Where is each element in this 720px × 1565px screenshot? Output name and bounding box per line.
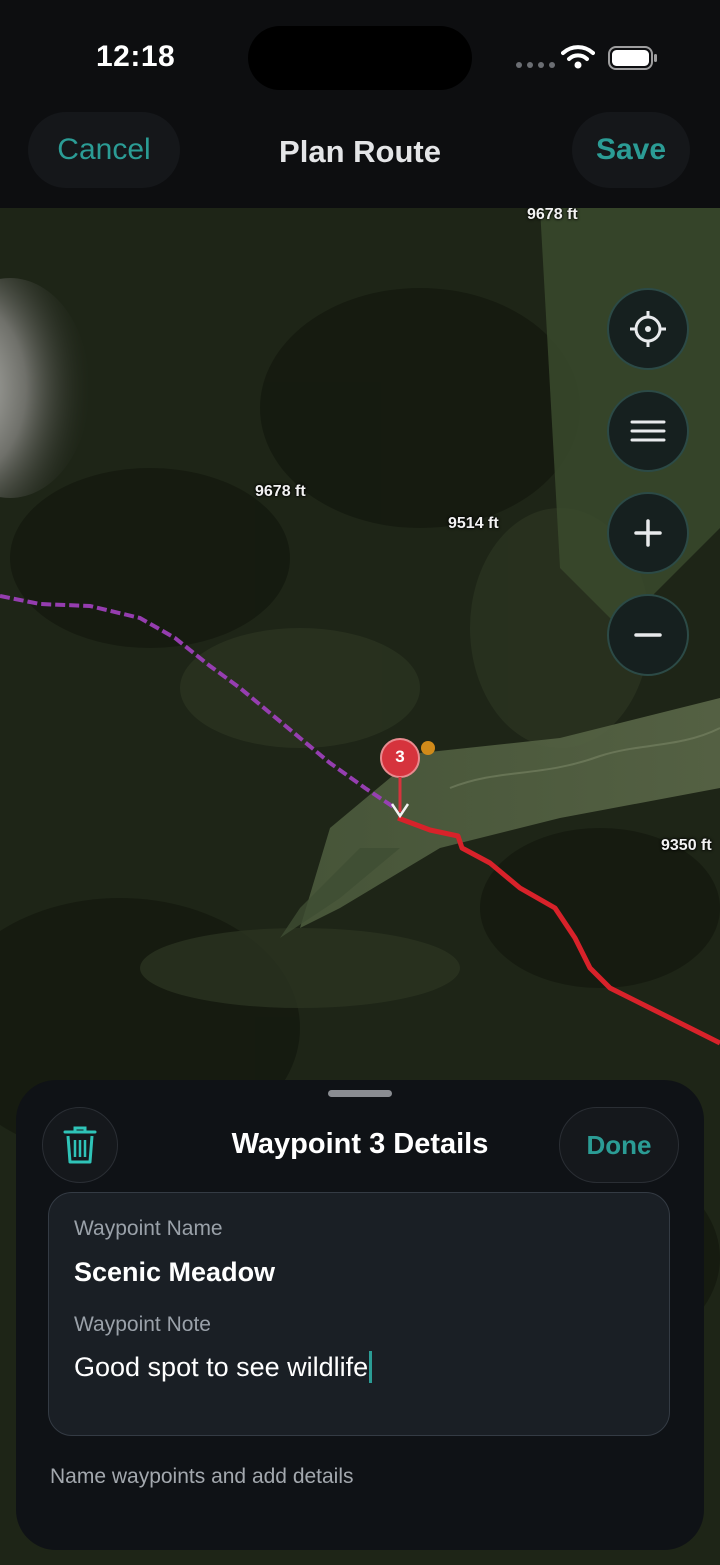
- elevation-label: 9350 ft: [661, 837, 712, 854]
- locate-icon: [630, 311, 666, 347]
- waypoint-note-label: Waypoint Note: [74, 1313, 211, 1336]
- elevation-label: 9678 ft: [527, 208, 578, 223]
- cellular-signal-icon: [516, 62, 555, 68]
- layers-icon: [630, 420, 666, 442]
- sheet-grabber[interactable]: [328, 1090, 392, 1097]
- waypoint-dot-icon: [421, 741, 435, 755]
- elevation-label: 9514 ft: [448, 515, 499, 532]
- waypoint-name-field[interactable]: Scenic Meadow: [74, 1257, 275, 1288]
- locate-button[interactable]: [607, 288, 689, 370]
- dynamic-island: [248, 26, 472, 90]
- battery-icon: [608, 46, 657, 70]
- save-button[interactable]: Save: [572, 112, 690, 188]
- waypoint-name-label: Waypoint Name: [74, 1217, 223, 1240]
- zoom-out-button[interactable]: [607, 594, 689, 676]
- status-bar: 12:18: [0, 0, 720, 110]
- navigation-bar: Cancel Plan Route Save: [0, 110, 720, 208]
- zoom-out-icon: [634, 633, 662, 637]
- elevation-label: 9678 ft: [255, 483, 306, 500]
- wifi-icon: [561, 45, 595, 69]
- waypoint-3-marker[interactable]: 3: [380, 738, 420, 822]
- waypoint-details-sheet: Waypoint 3 Details Done Waypoint Name Sc…: [16, 1080, 704, 1550]
- zoom-in-button[interactable]: [607, 492, 689, 574]
- status-time: 12:18: [96, 40, 176, 73]
- text-cursor: [369, 1351, 373, 1383]
- layers-button[interactable]: [607, 390, 689, 472]
- waypoint-note-text: Good spot to see wildlife: [74, 1351, 369, 1382]
- sheet-hint: Name waypoints and add details: [50, 1465, 354, 1488]
- waypoint-form-card: Waypoint Name Scenic Meadow Waypoint Not…: [48, 1192, 670, 1436]
- zoom-in-icon: [634, 519, 662, 547]
- waypoint-note-field[interactable]: Good spot to see wildlife: [74, 1351, 373, 1383]
- waypoint-number: 3: [395, 747, 405, 766]
- done-button[interactable]: Done: [559, 1107, 679, 1183]
